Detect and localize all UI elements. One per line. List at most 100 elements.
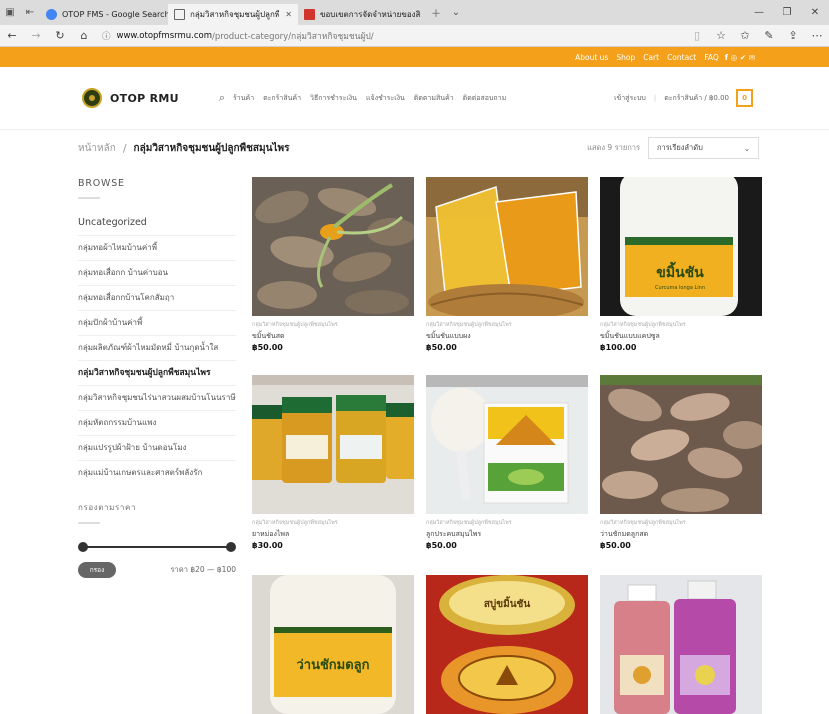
new-tab-icon[interactable]: ＋ — [426, 5, 446, 20]
product-image[interactable]: สบู่ขมิ้นชัน — [426, 575, 588, 714]
price-range-label: ราคา ฿20 — ฿100 — [170, 565, 236, 574]
filter-row: กรอง ราคา ฿20 — ฿100 — [78, 562, 236, 578]
product-card[interactable]: กลุ่มวิสาหกิจชุมชนผู้ปลูกพืชสมุนไพร ขมิ้… — [252, 177, 414, 352]
product-card[interactable]: กลุ่มวิสาหกิจชุมชนผู้ปลูกพืชสมุนไพร ลูกป… — [426, 375, 588, 550]
product-name[interactable]: ขมิ้นชันสด — [252, 331, 414, 342]
product-image[interactable]: ว่านชักมดลูก — [252, 575, 414, 714]
breadcrumb-home[interactable]: หน้าหลัก — [78, 141, 116, 156]
cart-count-badge[interactable]: 0 — [736, 89, 753, 107]
browser-tab-1[interactable]: OTOP FMS - Google Search — [40, 4, 168, 25]
product-name[interactable]: ยาหม่องไพล — [252, 529, 414, 540]
product-image[interactable]: ขมิ้นชัน Curcuma longa Linn — [600, 177, 762, 316]
logo-text: OTOP RMU — [110, 91, 179, 105]
product-card[interactable]: กลุ่มวิสาหกิจชุมชนผู้ปลูกพืชสมุนไพร ขมิ้… — [426, 177, 588, 352]
pen-icon[interactable]: ✎ — [757, 29, 781, 42]
category-link[interactable]: กลุ่มผลิตภัณฑ์ผ้าไหมมัดหมี่ บ้านกุดน้ำใส — [78, 336, 236, 361]
menu-item-tracking[interactable]: ติดตามสินค้า — [414, 93, 454, 104]
tab-list-icon[interactable]: ⌄ — [446, 7, 466, 18]
browser-tab-2[interactable]: กลุ่มวิสาหกิจชุมชนผู้ปลูกพื ✕ — [168, 4, 298, 25]
close-tab-icon[interactable]: ✕ — [285, 10, 292, 19]
tab-actions-icon[interactable]: ▣ — [0, 7, 20, 18]
window-close-icon[interactable]: ✕ — [801, 7, 829, 18]
social-icons[interactable]: f ◎ ✔ ✉ — [725, 53, 755, 62]
category-link[interactable]: กลุ่มทอเสื่อกกบ้านโคกสัมฤา — [78, 286, 236, 311]
product-price: ฿50.00 — [426, 541, 457, 550]
menu-item-contact[interactable]: ติดต่อสอบถาม — [463, 93, 507, 104]
topbar-link-about[interactable]: About us — [575, 53, 608, 62]
product-name[interactable]: ว่านชักมดลูกสด — [600, 529, 762, 540]
back-icon[interactable]: ← — [0, 29, 24, 42]
menu-item-cart[interactable]: ตะกร้าสินค้า — [263, 93, 301, 104]
category-link[interactable]: กลุ่มวิสาหกิจชุมชนไร่นาสวนผสมบ้านโนนราษี — [78, 386, 236, 411]
url-field[interactable]: ⓘ www.otopfmsrmu.com/product-category/กล… — [102, 28, 679, 44]
site-logo[interactable]: OTOP RMU — [82, 88, 179, 108]
filter-button[interactable]: กรอง — [78, 562, 116, 578]
heading-underline — [78, 522, 100, 524]
divider: | — [653, 94, 657, 102]
product-card[interactable]: กลุ่มวิสาหกิจชุมชนผู้ปลูกพืชสมุนไพร ยาหม… — [252, 375, 414, 550]
favorites-hub-icon[interactable]: ✩ — [733, 29, 757, 42]
category-link[interactable]: กลุ่มหัตถกรรมบ้านแพง — [78, 411, 236, 436]
topbar-link-contact[interactable]: Contact — [667, 53, 696, 62]
product-card[interactable]: กลุ่มวิสาหกิจชุมชนผู้ปลูกพืชสมุนไพร ว่าน… — [600, 375, 762, 550]
product-card[interactable]: ขมิ้นชัน Curcuma longa Linn กลุ่มวิสาหกิ… — [600, 177, 762, 352]
chevron-down-icon: ⌄ — [743, 143, 750, 153]
browser-tabbar: ▣ ⇤ OTOP FMS - Google Search กลุ่มวิสาหก… — [0, 0, 829, 25]
more-icon[interactable]: ⋯ — [805, 29, 829, 42]
product-category[interactable]: กลุ่มวิสาหกิจชุมชนผู้ปลูกพืชสมุนไพร — [426, 321, 588, 329]
product-name[interactable]: ขมิ้นชันแบบผง — [426, 331, 588, 342]
favorite-star-icon[interactable]: ☆ — [709, 29, 733, 42]
category-link[interactable]: กลุ่มแปรรูปผ้าฝ้าย บ้านดอนโมง — [78, 436, 236, 461]
product-image[interactable] — [600, 375, 762, 514]
category-link[interactable]: กลุ่มปักผ้าบ้านค่าพี้ — [78, 311, 236, 336]
product-image[interactable] — [252, 177, 414, 316]
product-category[interactable]: กลุ่มวิสาหกิจชุมชนผู้ปลูกพืชสมุนไพร — [252, 519, 414, 527]
cart-link[interactable]: ตะกร้าสินค้า / ฿0.00 — [664, 93, 729, 104]
product-card[interactable]: ว่านชักมดลูก — [252, 575, 414, 714]
category-link[interactable]: กลุ่มแม่บ้านเกษตรและศาสตร์พลังรัก — [78, 461, 236, 485]
price-filter-heading: กรองตามราคา — [78, 503, 137, 512]
restore-icon[interactable]: ❐ — [773, 7, 801, 18]
share-icon[interactable]: ⇪ — [781, 29, 805, 42]
menu-item-shop[interactable]: ร้านค้า — [233, 93, 254, 104]
menu-item-payment-notify[interactable]: แจ้งชำระเงิน — [366, 93, 405, 104]
product-image[interactable] — [252, 375, 414, 514]
home-icon[interactable]: ⌂ — [72, 29, 96, 42]
reading-view-icon[interactable]: ▯ — [685, 29, 709, 42]
slider-track — [80, 546, 234, 548]
product-image[interactable] — [600, 575, 762, 714]
topbar-link-cart[interactable]: Cart — [643, 53, 659, 62]
product-name[interactable]: ลูกประคบสมุนไพร — [426, 529, 588, 540]
back-tabs-icon[interactable]: ⇤ — [20, 7, 40, 18]
category-link[interactable]: Uncategorized — [78, 211, 236, 236]
url-path: /product-category/กลุ่มวิสาหกิจชุมชนผู้ป… — [212, 31, 374, 42]
product-price: ฿30.00 — [252, 541, 283, 550]
category-link-active[interactable]: กลุ่มวิสาหกิจชุมชนผู้ปลูกพืชสมุนไพร — [78, 361, 236, 386]
product-category[interactable]: กลุ่มวิสาหกิจชุมชนผู้ปลูกพืชสมุนไพร — [600, 321, 762, 329]
product-image[interactable] — [426, 177, 588, 316]
logo-emblem-icon — [82, 88, 102, 108]
product-category[interactable]: กลุ่มวิสาหกิจชุมชนผู้ปลูกพืชสมุนไพร — [426, 519, 588, 527]
product-card[interactable]: สบู่ขมิ้นชัน — [426, 575, 588, 714]
topbar-link-shop[interactable]: Shop — [616, 53, 635, 62]
forward-icon[interactable]: → — [24, 29, 48, 42]
slider-handle-min[interactable] — [78, 542, 88, 552]
price-slider[interactable] — [78, 542, 236, 552]
menu-item-payment-method[interactable]: วิธีการชำระเงิน — [310, 93, 357, 104]
topbar-link-faq[interactable]: FAQ — [704, 53, 719, 62]
category-link[interactable]: กลุ่มทอเสื่อกก บ้านค่าบอน — [78, 261, 236, 286]
search-icon[interactable]: ⌕ — [219, 91, 225, 105]
sort-select[interactable]: การเรียงลำดับ ⌄ — [648, 137, 759, 159]
slider-handle-max[interactable] — [226, 542, 236, 552]
browser-tab-3[interactable]: ขอบเขตการจัดจำหน่ายของสินค้ำ — [298, 4, 426, 25]
product-category[interactable]: กลุ่มวิสาหกิจชุมชนผู้ปลูกพืชสมุนไพร — [252, 321, 414, 329]
page-title: กลุ่มวิสาหกิจชุมชนผู้ปลูกพืชสมุนไพร — [133, 142, 290, 154]
product-card[interactable] — [600, 575, 762, 714]
product-image[interactable] — [426, 375, 588, 514]
product-category[interactable]: กลุ่มวิสาหกิจชุมชนผู้ปลูกพืชสมุนไพร — [600, 519, 762, 527]
category-link[interactable]: กลุ่มทอผ้าไหมบ้านค่าพี้ — [78, 236, 236, 261]
refresh-icon[interactable]: ↻ — [48, 29, 72, 42]
minimize-icon[interactable]: — — [745, 7, 773, 18]
product-name[interactable]: ขมิ้นชันแบบแคปซูล — [600, 331, 762, 342]
login-link[interactable]: เข้าสู่ระบบ — [614, 93, 646, 104]
